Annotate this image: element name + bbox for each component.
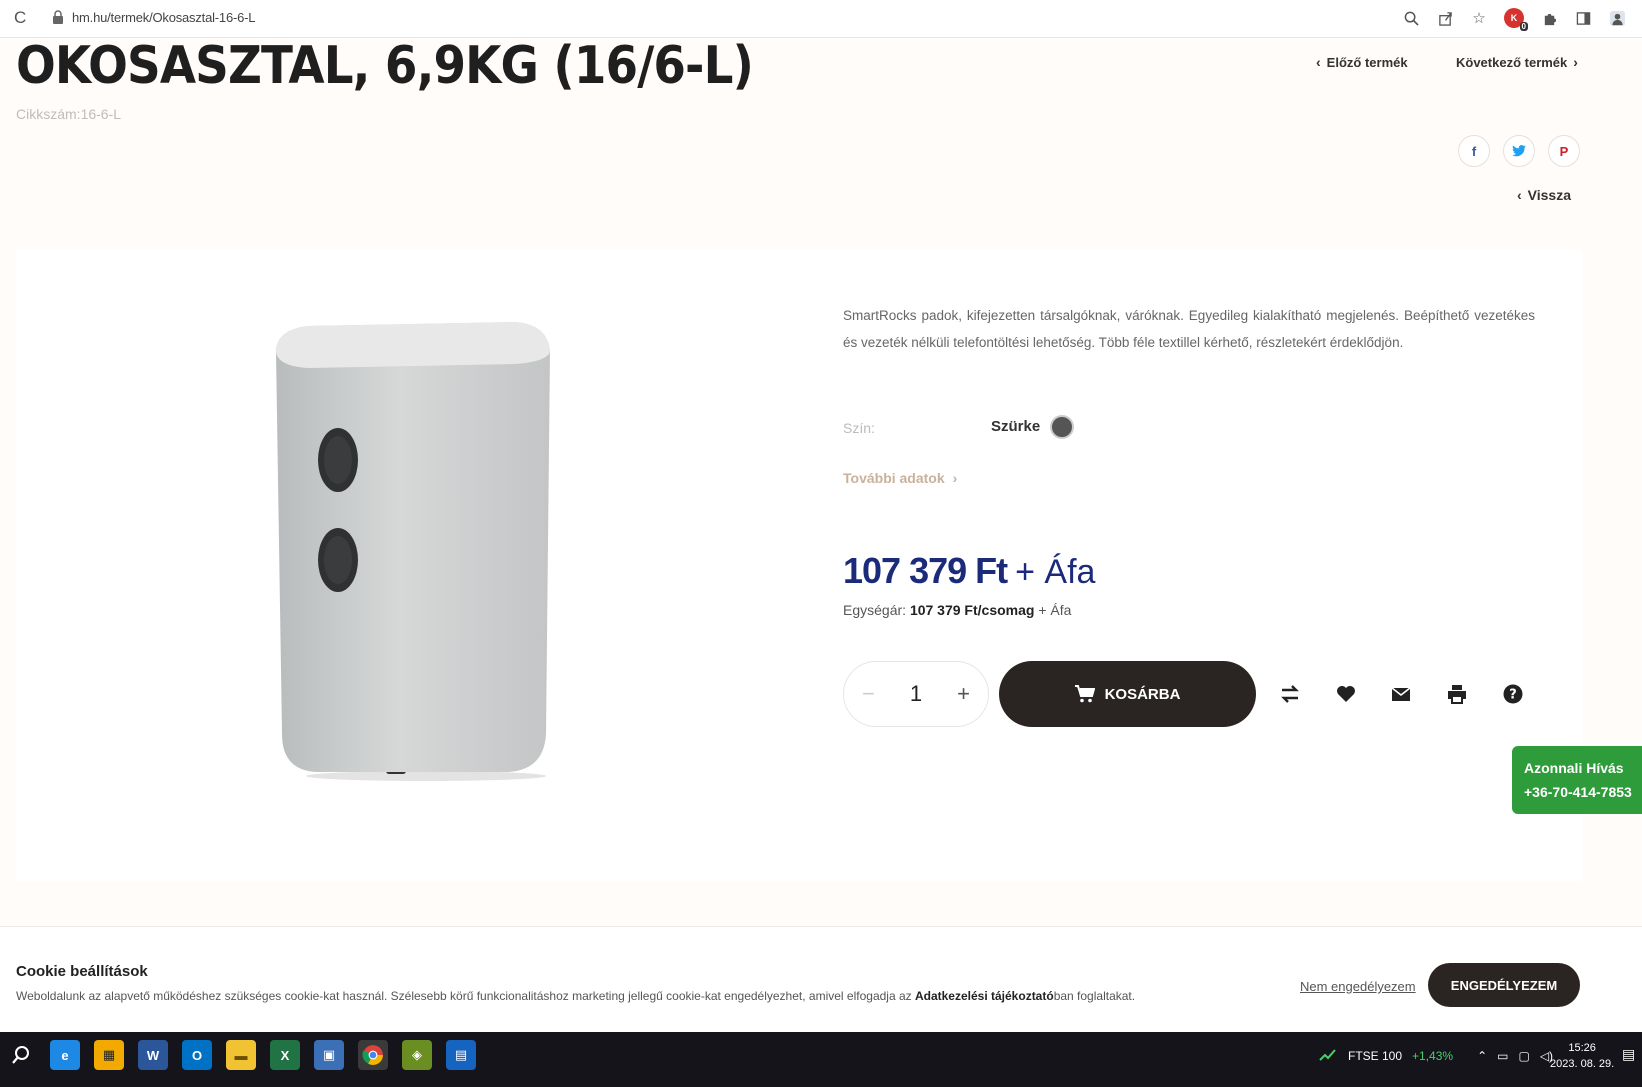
previous-product-link[interactable]: ‹ Előző termék <box>1316 54 1408 70</box>
compare-icon[interactable] <box>1278 682 1302 706</box>
extension-icon[interactable]: K 0 <box>1504 8 1528 31</box>
system-tray: FTSE 100 +1,43% ⌃ ▭ ▢ ◁) <box>1318 1044 1553 1067</box>
chevron-right-icon: › <box>952 470 958 486</box>
reload-icon[interactable]: C <box>14 8 26 28</box>
sku-value: 16-6-L <box>80 106 122 122</box>
more-data-link[interactable]: További adatok › <box>843 470 957 486</box>
outlook-icon[interactable]: O <box>182 1040 212 1070</box>
color-value: Szürke <box>991 418 1041 435</box>
profile-icon[interactable] <box>1608 9 1626 27</box>
unit-vat-suffix: + Áfa <box>1038 602 1072 618</box>
cookie-banner: Cookie beállítások Weboldalunk az alapve… <box>0 926 1642 1032</box>
puzzle-icon[interactable] <box>1540 9 1558 27</box>
edge-icon[interactable]: e <box>50 1040 80 1070</box>
add-to-cart-label: KOSÁRBA <box>1104 685 1181 703</box>
back-link[interactable]: ‹ Vissza <box>1517 187 1571 203</box>
address-bar-url[interactable]: hm.hu/termek/Okosasztal-16-6-L <box>72 10 255 25</box>
cookie-text-main: Weboldalunk az alapvető működéshez szüks… <box>16 989 915 1003</box>
facebook-share-button[interactable]: f <box>1458 135 1490 167</box>
cookie-accept-button[interactable]: ENGEDÉLYEZEM <box>1428 963 1580 1007</box>
cookie-title: Cookie beállítások <box>16 963 148 980</box>
pinterest-share-button[interactable]: P <box>1548 135 1580 167</box>
quantity-increase-button[interactable]: + <box>957 681 970 707</box>
zoom-icon[interactable] <box>1402 9 1420 27</box>
search-icon[interactable] <box>6 1040 36 1070</box>
cookie-text-end: ban foglaltakat. <box>1053 989 1136 1003</box>
chevron-left-icon: ‹ <box>1517 187 1522 203</box>
next-product-label: Következő termék <box>1456 54 1568 70</box>
cookie-text: Weboldalunk az alapvető működéshez szüks… <box>16 989 1135 1003</box>
product-price: 107 379 Ft <box>843 550 1008 591</box>
cookie-decline-button[interactable]: Nem engedélyezem <box>1300 979 1416 994</box>
clock-time: 15:26 <box>1568 1042 1596 1054</box>
clock-date: 2023. 08. 29. <box>1550 1058 1615 1070</box>
browser-toolbar: C hm.hu/termek/Okosasztal-16-6-L ☆ K 0 <box>0 0 1642 38</box>
chevron-right-icon: › <box>1573 54 1578 70</box>
windows-taskbar: e ▦ W O ▬ X ▣ ◈ ▤ FTSE 100 +1,43% ⌃ ▭ ▢ … <box>0 1032 1642 1087</box>
extension-badge-label: K <box>1510 13 1518 23</box>
color-label: Szín: <box>843 420 875 436</box>
network-icon[interactable]: ▭ <box>1497 1049 1508 1063</box>
pinterest-icon: P <box>1559 143 1569 159</box>
browser-actions: ☆ K 0 <box>1402 8 1626 31</box>
unit-price-row: Egységár: 107 379 Ft/csomag + Áfa <box>843 602 1071 618</box>
vat-suffix: + Áfa <box>1015 553 1096 591</box>
store-icon[interactable]: ▦ <box>94 1040 124 1070</box>
quantity-stepper: − 1 + <box>843 661 989 727</box>
notification-icon[interactable]: ▤ <box>1622 1046 1635 1063</box>
email-icon[interactable] <box>1389 682 1413 706</box>
product-image[interactable] <box>246 314 606 784</box>
ftse-label[interactable]: FTSE 100 <box>1348 1049 1402 1063</box>
chevron-up-icon[interactable]: ⌃ <box>1477 1049 1487 1063</box>
color-swatch[interactable] <box>1050 415 1074 439</box>
facebook-icon: f <box>1471 143 1477 159</box>
call-now-phone: +36-70-414-7853 <box>1524 784 1632 800</box>
file-explorer-icon[interactable]: ▬ <box>226 1040 256 1070</box>
excel-icon[interactable]: X <box>270 1040 300 1070</box>
chrome-icon[interactable] <box>358 1040 388 1070</box>
heart-icon[interactable] <box>1334 682 1358 706</box>
word-icon[interactable]: W <box>138 1040 168 1070</box>
chevron-left-icon: ‹ <box>1316 54 1321 70</box>
share-icon[interactable] <box>1436 9 1454 27</box>
sku-label: Cikkszám: <box>16 106 81 122</box>
stock-chart-icon <box>1318 1044 1338 1067</box>
twitter-share-button[interactable] <box>1503 135 1535 167</box>
unit-price-value: 107 379 Ft/csomag <box>909 602 1035 618</box>
previous-product-label: Előző termék <box>1326 54 1408 70</box>
ftse-change: +1,43% <box>1412 1048 1454 1063</box>
quantity-decrease-button[interactable]: − <box>862 681 875 707</box>
back-label: Vissza <box>1527 187 1572 203</box>
bookmark-star-icon[interactable]: ☆ <box>1470 9 1488 27</box>
call-now-label: Azonnali Hívás <box>1524 760 1624 776</box>
question-icon[interactable]: ? <box>1501 682 1525 706</box>
extension-count: 0 <box>1519 22 1528 31</box>
print-icon[interactable] <box>1445 682 1469 706</box>
side-panel-icon[interactable] <box>1574 9 1592 27</box>
privacy-policy-link[interactable]: Adatkezelési tájékoztató <box>915 989 1054 1003</box>
svg-text:?: ? <box>1509 688 1517 703</box>
twitter-icon <box>1512 145 1526 157</box>
remote-desktop-icon[interactable]: ▣ <box>314 1040 344 1070</box>
product-sku: Cikkszám:16-6-L <box>16 106 121 122</box>
lock-icon[interactable] <box>52 10 64 24</box>
calculator-icon[interactable]: ▤ <box>446 1040 476 1070</box>
app-icon[interactable]: ◈ <box>402 1040 432 1070</box>
next-product-link[interactable]: Következő termék › <box>1456 54 1578 70</box>
more-data-label: További adatok <box>843 470 945 486</box>
product-description: SmartRocks padok, kifejezetten társalgók… <box>843 308 1535 350</box>
display-icon[interactable]: ▢ <box>1518 1049 1529 1063</box>
system-clock[interactable]: 15:26 2023. 08. 29. <box>1550 1040 1614 1072</box>
cart-icon <box>1074 685 1095 703</box>
call-now-box[interactable]: Azonnali Hívás +36-70-414-7853 <box>1512 746 1642 814</box>
price-row: 107 379 Ft + Áfa <box>843 550 1095 592</box>
product-title: OKOSASZTAL, 6,9KG (16/6-L) <box>16 36 754 96</box>
add-to-cart-button[interactable]: KOSÁRBA <box>999 661 1256 727</box>
unit-price-label: Egységár: <box>843 602 907 618</box>
quantity-value[interactable]: 1 <box>910 681 922 707</box>
